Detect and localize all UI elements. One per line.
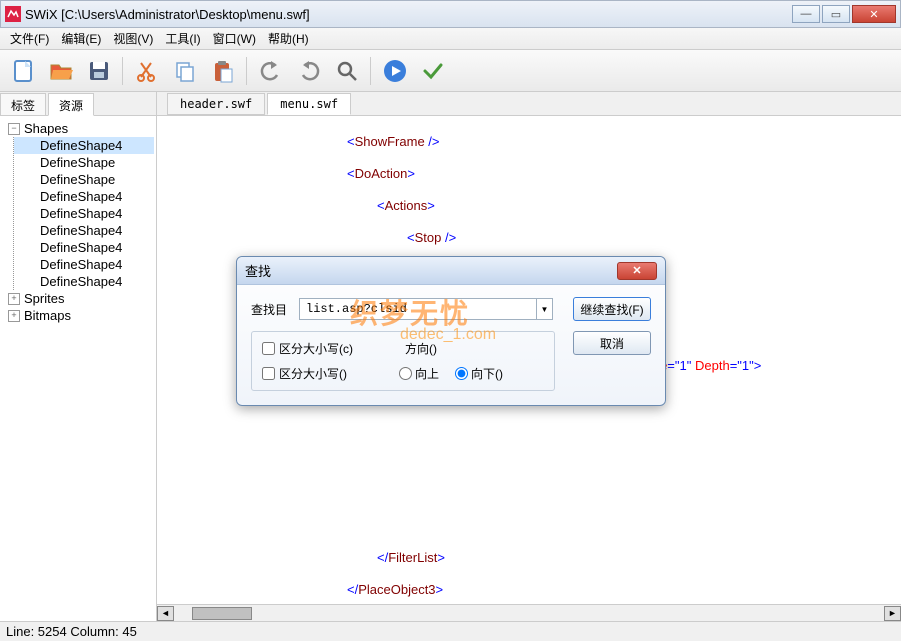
status-bar: Line: 5254 Column: 45 <box>0 621 901 641</box>
menu-tools[interactable]: 工具(I) <box>159 28 206 49</box>
tab-resources[interactable]: 资源 <box>48 93 94 116</box>
menu-file[interactable]: 文件(F) <box>4 28 55 49</box>
dropdown-icon[interactable]: ▼ <box>537 298 553 320</box>
tree-node-bitmaps[interactable]: +Bitmaps <box>2 307 154 324</box>
window-title: SWiX [C:\Users\Administrator\Desktop\men… <box>25 7 790 22</box>
tree-item[interactable]: DefineShape <box>14 171 154 188</box>
tree-item[interactable]: DefineShape4 <box>14 273 154 290</box>
tree-item[interactable]: DefineShape4 <box>14 222 154 239</box>
scroll-thumb[interactable] <box>192 607 252 620</box>
file-tab-header[interactable]: header.swf <box>167 93 265 115</box>
tree-item[interactable]: DefineShape4 <box>14 137 154 154</box>
dialog-close-button[interactable]: ✕ <box>617 262 657 280</box>
tab-tags[interactable]: 标签 <box>0 93 46 116</box>
match-case-c-checkbox[interactable]: 区分大小写(c) <box>262 340 353 357</box>
minimize-button[interactable]: — <box>792 5 820 23</box>
find-dialog: 查找 ✕ 查找目 ▼ 继续查找(F) 区分大小写(c) 方向() 区分大小写()… <box>236 256 666 406</box>
tree-node-sprites[interactable]: +Sprites <box>2 290 154 307</box>
scroll-left-icon[interactable]: ◄ <box>157 606 174 621</box>
find-what-input[interactable] <box>299 298 537 320</box>
dialog-title: 查找 <box>245 261 617 280</box>
status-position: Line: 5254 Column: 45 <box>6 624 137 639</box>
direction-label: 方向() <box>405 340 437 357</box>
maximize-button[interactable]: ▭ <box>822 5 850 23</box>
open-file-button[interactable] <box>44 54 78 88</box>
play-button[interactable] <box>378 54 412 88</box>
menu-edit[interactable]: 编辑(E) <box>55 28 107 49</box>
tree-item[interactable]: DefineShape4 <box>14 188 154 205</box>
side-panel: 标签 资源 −Shapes DefineShape4 DefineShape D… <box>0 92 157 621</box>
menu-bar: 文件(F) 编辑(E) 视图(V) 工具(I) 窗口(W) 帮助(H) <box>0 28 901 50</box>
menu-help[interactable]: 帮助(H) <box>262 28 315 49</box>
menu-window[interactable]: 窗口(W) <box>207 28 262 49</box>
app-icon <box>5 6 21 22</box>
direction-down-radio[interactable]: 向下() <box>455 365 503 382</box>
side-tabs: 标签 资源 <box>0 92 156 116</box>
find-what-label: 查找目 <box>251 301 299 318</box>
close-button[interactable]: ✕ <box>852 5 896 23</box>
file-tab-menu[interactable]: menu.swf <box>267 93 351 115</box>
dialog-titlebar[interactable]: 查找 ✕ <box>237 257 665 285</box>
tree-item[interactable]: DefineShape <box>14 154 154 171</box>
undo-button[interactable] <box>254 54 288 88</box>
resource-tree[interactable]: −Shapes DefineShape4 DefineShape DefineS… <box>0 116 156 621</box>
cancel-button[interactable]: 取消 <box>573 331 651 355</box>
copy-button[interactable] <box>168 54 202 88</box>
expand-icon[interactable]: + <box>8 293 20 305</box>
find-next-button[interactable]: 继续查找(F) <box>573 297 651 321</box>
file-tabs: header.swf menu.swf <box>157 92 901 116</box>
expand-icon[interactable]: + <box>8 310 20 322</box>
tree-item[interactable]: DefineShape4 <box>14 256 154 273</box>
menu-view[interactable]: 视图(V) <box>107 28 159 49</box>
save-button[interactable] <box>82 54 116 88</box>
redo-button[interactable] <box>292 54 326 88</box>
scroll-right-icon[interactable]: ► <box>884 606 901 621</box>
direction-up-radio[interactable]: 向上 <box>399 365 439 382</box>
paste-button[interactable] <box>206 54 240 88</box>
tree-node-shapes[interactable]: −Shapes <box>2 120 154 137</box>
tree-item[interactable]: DefineShape4 <box>14 239 154 256</box>
collapse-icon[interactable]: − <box>8 123 20 135</box>
search-button[interactable] <box>330 54 364 88</box>
check-button[interactable] <box>416 54 450 88</box>
match-case-checkbox[interactable]: 区分大小写() <box>262 365 347 382</box>
h-scrollbar[interactable]: ◄ ► <box>157 604 901 621</box>
tree-item[interactable]: DefineShape4 <box>14 205 154 222</box>
window-titlebar: SWiX [C:\Users\Administrator\Desktop\men… <box>0 0 901 28</box>
cut-button[interactable] <box>130 54 164 88</box>
new-file-button[interactable] <box>6 54 40 88</box>
toolbar <box>0 50 901 92</box>
